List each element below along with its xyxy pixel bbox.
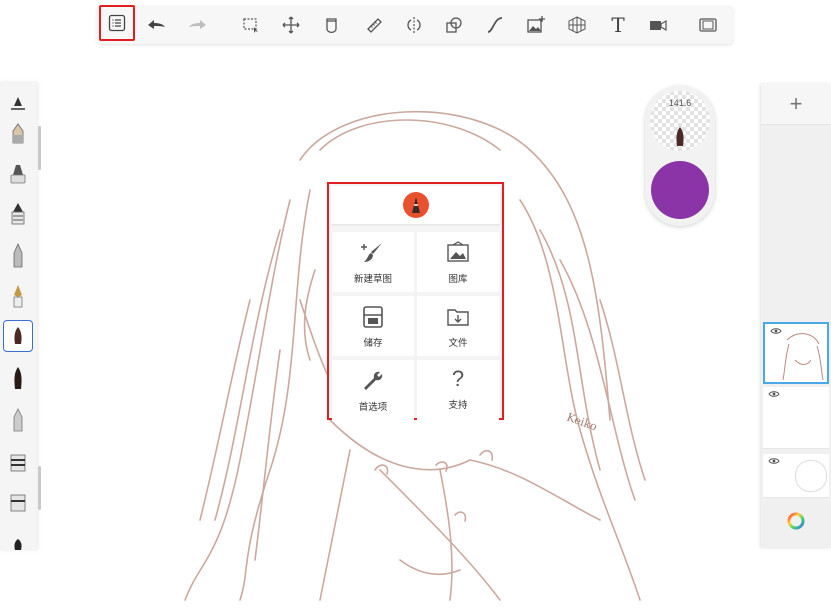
layer-sketch[interactable] [763,322,829,384]
brush-eraser[interactable] [3,404,33,436]
eye-icon[interactable] [768,390,780,398]
timelapse-button[interactable] [643,10,673,40]
brush-size-value: 141.6 [668,98,692,108]
redo-button[interactable] [183,10,213,40]
list-icon [108,14,126,32]
brush-paintbrush-active[interactable] [3,320,33,352]
import-image-button[interactable] [521,10,551,40]
brush-scrollbar-top[interactable] [38,126,41,170]
paintbrush-icon [676,127,684,146]
brush-tip-icon [14,367,22,389]
layer-empty[interactable] [763,387,829,449]
brush-smudge[interactable] [3,446,33,478]
layer-background[interactable] [763,454,829,498]
paint-bucket-icon [326,18,337,34]
brush-dark[interactable] [3,362,33,394]
brush-scrollbar-bottom[interactable] [38,466,41,510]
new-sketch-icon [361,243,382,262]
save-icon [363,306,383,328]
pencil-icon [12,123,24,144]
curve-button[interactable] [480,10,510,40]
menu-button[interactable] [99,5,135,41]
undo-button[interactable] [141,10,171,40]
top-toolbar: T [97,5,733,44]
brush-palette [0,82,37,550]
fullscreen-button[interactable] [693,10,723,40]
image-add-icon [527,16,545,33]
menu-new-sketch-label: 新建草图 [353,274,392,285]
undo-arrow-icon [148,20,165,29]
layer-thumbnail [782,333,824,380]
menu-save[interactable]: 储存 [332,296,414,356]
question-icon: ? [451,366,465,391]
menu-header [331,186,500,224]
eraser-icon [13,408,23,432]
brush-marker[interactable] [3,158,33,190]
text-button[interactable]: T [603,10,633,40]
ruler-button[interactable] [359,10,389,40]
brush-tip-icon [14,539,22,550]
menu-file-label: 文件 [448,338,468,349]
add-layer-button[interactable]: + [761,84,831,125]
app-logo-icon [402,192,429,218]
video-camera-icon [650,19,667,32]
shapes-button[interactable] [439,10,469,40]
perspective-grid-icon [568,16,586,34]
shapes-icon [446,17,462,33]
gallery-icon [447,241,469,262]
fill-button[interactable] [317,10,347,40]
menu-support-label: 支持 [448,400,468,411]
fountain-pen-icon [13,285,23,308]
marker-icon [10,165,26,184]
eye-icon[interactable] [768,457,780,465]
perspective-button[interactable] [562,10,592,40]
brush-pencil-1[interactable] [3,118,33,150]
background-color-swatch[interactable] [795,460,827,492]
blur-icon [10,494,26,512]
wrench-icon [364,371,383,390]
text-icon: T [611,13,625,37]
brush-inkpen[interactable] [3,198,33,230]
main-menu-popup: 新建草图 图库 储存 文件 首选项 ? 支持 [327,182,504,420]
symmetry-icon [407,17,421,33]
curve-icon [487,17,503,33]
layers-panel: + [761,84,831,548]
select-button[interactable] [236,10,266,40]
color-puck[interactable]: 141.6 [645,86,715,226]
menu-preferences[interactable]: 首选项 [332,360,414,420]
menu-save-label: 储存 [363,338,383,349]
airbrush-icon [13,243,23,268]
brush-settings-icon [11,97,25,110]
symmetry-button[interactable] [399,10,429,40]
transform-button[interactable] [276,10,306,40]
folder-icon [447,309,469,326]
menu-file[interactable]: 文件 [417,296,499,356]
menu-gallery-label: 图库 [448,274,468,285]
move-arrows-icon [282,16,300,34]
smudge-icon [10,454,26,472]
ruler-icon [367,18,382,33]
brush-options-button[interactable] [3,88,33,120]
menu-preferences-label: 首选项 [358,402,388,413]
current-color-swatch[interactable] [651,161,709,219]
menu-gallery[interactable]: 图库 [417,232,499,292]
paintbrush-icon [14,327,22,344]
artist-signature: Keiko [565,411,599,434]
brush-blur[interactable] [3,486,33,518]
menu-support[interactable]: ? 支持 [417,360,499,420]
brush-bottom[interactable] [3,528,33,560]
ink-pen-icon [11,203,25,225]
brush-airbrush[interactable] [3,240,33,272]
redo-arrow-icon [189,20,206,29]
menu-new-sketch[interactable]: 新建草图 [332,232,414,292]
brush-fountain[interactable] [3,280,33,312]
marquee-select-icon [243,18,258,33]
color-wheel-icon[interactable] [787,512,805,530]
fullscreen-icon [699,18,717,32]
